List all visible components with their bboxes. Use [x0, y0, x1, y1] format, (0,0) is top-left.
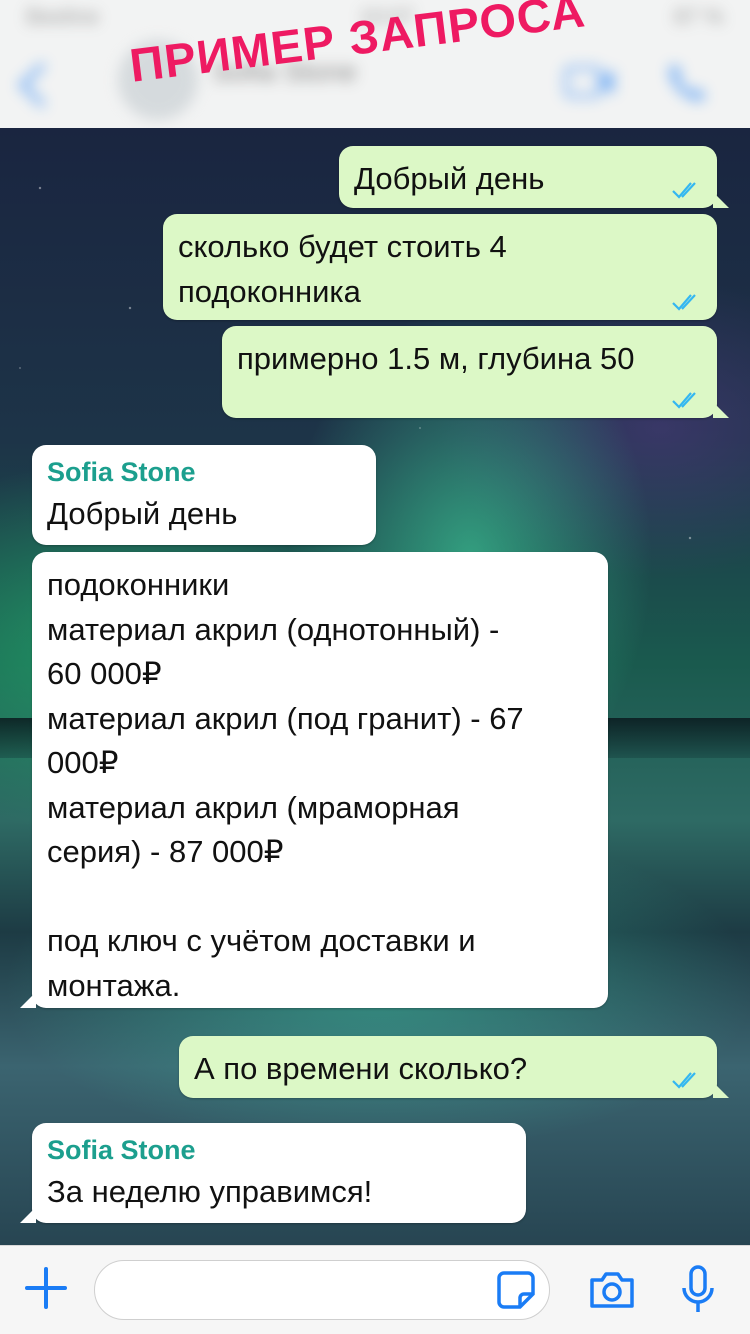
status-battery: 87 % [673, 4, 724, 29]
message-input[interactable] [94, 1260, 550, 1320]
sender-name: Sofia Stone [47, 457, 196, 487]
message-bubble-incoming[interactable]: подоконники материал акрил (однотонный) … [20, 552, 608, 1008]
message-text: А по времени сколько? [194, 1051, 528, 1086]
microphone-icon[interactable] [680, 1264, 716, 1316]
message-bubble-outgoing[interactable]: Добрый день [339, 146, 729, 208]
read-ticks-icon [672, 182, 696, 199]
chat-header: Beeline 10:07 87 % Sofia Stone ПРИМЕР ЗА… [0, 0, 750, 128]
message-bubble-outgoing[interactable]: сколько будет стоить 4 подоконника [163, 214, 717, 320]
message-text: Добрый день [47, 496, 238, 531]
plus-icon[interactable] [24, 1266, 68, 1310]
chat-area[interactable]: Добрый день сколько будет стоить 4 подок… [0, 128, 750, 1245]
message-text: Добрый день [354, 161, 545, 196]
read-ticks-icon [672, 294, 696, 311]
message-bubble-incoming[interactable]: Sofia Stone Добрый день [32, 445, 376, 545]
phone-call-icon[interactable] [664, 60, 710, 106]
read-ticks-icon [672, 1072, 696, 1089]
camera-icon[interactable] [588, 1270, 636, 1310]
back-chevron-icon[interactable] [14, 62, 50, 108]
message-bubble-incoming[interactable]: Sofia Stone За неделю управимся! [20, 1123, 526, 1223]
message-text: примерно 1.5 м, глубина 50 [237, 341, 635, 376]
message-text: За неделю управимся! [47, 1174, 373, 1209]
video-call-icon[interactable] [564, 62, 616, 102]
message-text: сколько будет стоить 4 подоконника [178, 229, 507, 309]
message-input-bar [0, 1245, 750, 1334]
read-ticks-icon [672, 392, 696, 409]
sticker-icon[interactable] [496, 1270, 536, 1310]
message-bubble-outgoing[interactable]: примерно 1.5 м, глубина 50 [222, 326, 729, 418]
message-text: подоконники материал акрил (однотонный) … [47, 567, 524, 1003]
message-bubble-outgoing[interactable]: А по времени сколько? [179, 1036, 729, 1098]
status-carrier: Beeline [26, 4, 100, 29]
sender-name: Sofia Stone [47, 1135, 196, 1165]
